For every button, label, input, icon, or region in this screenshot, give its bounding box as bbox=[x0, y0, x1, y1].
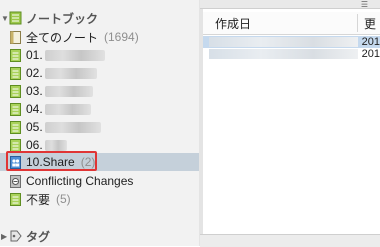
sidebar-item-notebook[interactable]: 02. bbox=[0, 64, 199, 82]
note-list-row[interactable]: 201 bbox=[203, 48, 380, 60]
redacted-text bbox=[44, 85, 93, 97]
notebook-icon bbox=[10, 120, 21, 134]
note-count: (1694) bbox=[104, 30, 139, 44]
redacted-text bbox=[44, 67, 97, 79]
sidebar: ▼ ノートブック 全てのノート (1694) 01. 02. 03. 04. 0… bbox=[0, 0, 200, 246]
note-list-row[interactable]: 201 bbox=[203, 36, 380, 48]
sidebar-item-all-notes[interactable]: 全てのノート (1694) bbox=[0, 28, 199, 46]
sidebar-item-notebook[interactable]: 05. bbox=[0, 118, 199, 136]
tags-header-label: タグ bbox=[26, 229, 51, 244]
sidebar-item-label: 不要 bbox=[26, 192, 51, 207]
top-toolbar: ☰ bbox=[200, 0, 380, 9]
collapse-triangle-icon[interactable]: ▼ bbox=[1, 14, 9, 23]
sidebar-item-notebook[interactable]: 01. bbox=[0, 46, 199, 64]
all-notes-icon bbox=[10, 30, 21, 44]
expand-triangle-icon[interactable]: ▶ bbox=[1, 232, 9, 241]
sidebar-item-label: 01. bbox=[26, 48, 43, 62]
sidebar-item-label: 05. bbox=[26, 120, 43, 134]
sidebar-item-notebook[interactable]: 03. bbox=[0, 82, 199, 100]
notebook-icon bbox=[10, 66, 21, 80]
sidebar-item-label: 06. bbox=[26, 138, 43, 152]
note-editor-edge bbox=[200, 234, 380, 247]
notebook-icon bbox=[10, 48, 21, 62]
notebook-icon bbox=[10, 192, 21, 206]
selection-highlight-box bbox=[6, 151, 97, 171]
conflict-notebook-icon bbox=[10, 174, 21, 188]
notebook-stack-icon bbox=[9, 11, 22, 25]
sidebar-item-label: 02. bbox=[26, 66, 43, 80]
notebook-icon bbox=[10, 84, 21, 98]
redacted-text bbox=[44, 103, 91, 115]
notebooks-header-label: ノートブック bbox=[26, 11, 99, 26]
redacted-text bbox=[44, 139, 67, 151]
redacted-text bbox=[209, 49, 358, 59]
sidebar-item-notebook[interactable]: 04. bbox=[0, 100, 199, 118]
column-divider[interactable] bbox=[357, 14, 358, 32]
column-header-updated[interactable]: 更 bbox=[364, 15, 376, 32]
sidebar-item-label: 全てのノート bbox=[26, 30, 99, 45]
note-count: (5) bbox=[56, 192, 71, 206]
notebooks-section-header[interactable]: ▼ ノートブック bbox=[0, 8, 199, 28]
note-date: 201 bbox=[361, 36, 380, 48]
column-header-created[interactable]: 作成日 bbox=[215, 15, 357, 32]
sidebar-item-label: 03. bbox=[26, 84, 43, 98]
tags-section-header[interactable]: ▶ タグ bbox=[0, 226, 199, 246]
sidebar-item-notebook[interactable]: 不要 (5) bbox=[0, 190, 199, 208]
note-list-header: 作成日 更 bbox=[203, 12, 380, 35]
sidebar-item-conflicting-changes[interactable]: Conflicting Changes bbox=[0, 172, 199, 190]
tag-icon bbox=[10, 230, 22, 242]
notebook-icon bbox=[10, 138, 21, 152]
redacted-text bbox=[44, 121, 101, 133]
sidebar-item-label: Conflicting Changes bbox=[26, 174, 134, 188]
note-date: 201 bbox=[361, 48, 380, 60]
redacted-text bbox=[209, 37, 358, 47]
sidebar-item-label: 04. bbox=[26, 102, 43, 116]
list-view-icon[interactable]: ☰ bbox=[361, 0, 368, 9]
notebook-icon bbox=[10, 102, 21, 116]
redacted-text bbox=[44, 49, 105, 61]
